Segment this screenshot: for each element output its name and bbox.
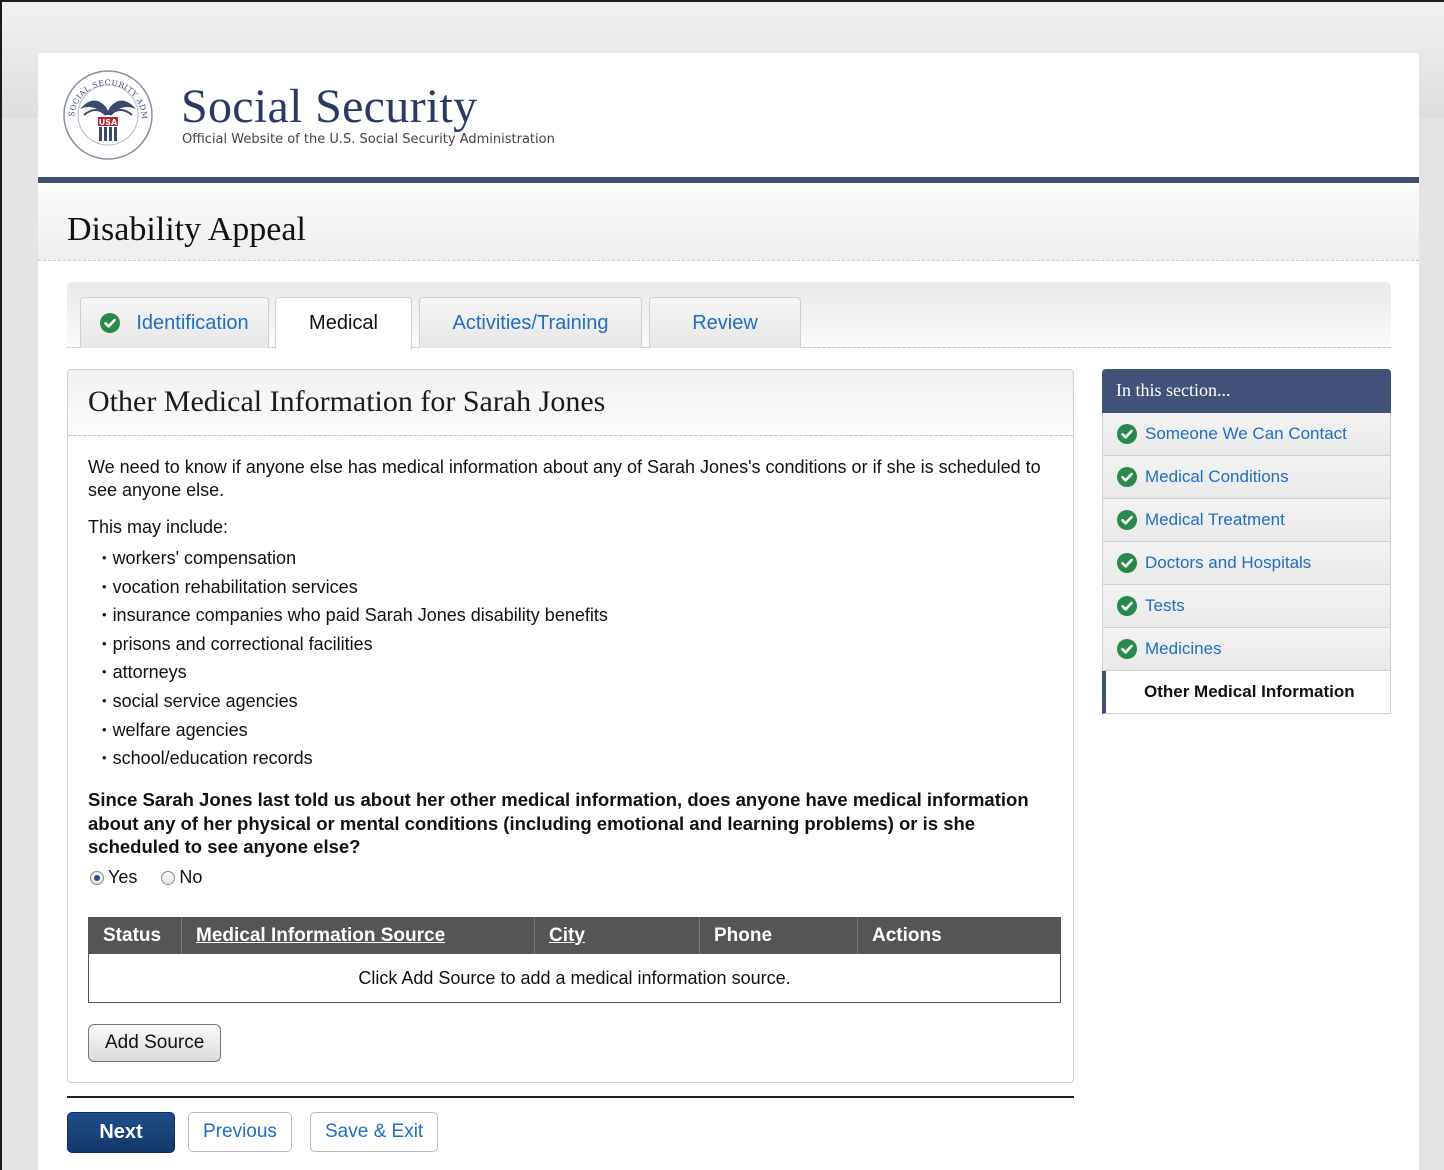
sidebar-item-label: Medical Treatment [1145,510,1285,529]
sidebar-item-label: Other Medical Information [1144,682,1355,701]
tab-label: Activities/Training [452,311,609,334]
content-panel: Other Medical Information for Sarah Jone… [67,369,1074,1083]
may-include-label: This may include: [88,517,229,537]
sidebar-item-label: Someone We Can Contact [1145,424,1347,443]
sidebar-item-label: Medicines [1145,639,1222,658]
check-circle-icon [1117,467,1137,487]
tab-medical[interactable]: Medical [275,297,412,349]
sidebar-item-tests[interactable]: Tests [1102,585,1391,628]
sidebar-item-other-medical-information[interactable]: Other Medical Information [1102,671,1391,714]
site-header: USA SOCIAL SECURITY ADMINISTRATION Socia… [38,53,1419,183]
svg-text:USA: USA [99,118,118,127]
table-row: Click Add Source to add a medical inform… [88,953,1061,1003]
column-header-phone: Phone [699,917,858,954]
section-sidebar: In this section... Someone We Can Contac… [1102,369,1391,714]
tab-identification[interactable]: Identification [80,297,269,348]
tab-review[interactable]: Review [649,297,801,348]
question-text: Since Sarah Jones last told us about her… [88,789,1029,857]
brand-subtitle: Official Website of the U.S. Social Secu… [182,132,555,147]
page-container: USA SOCIAL SECURITY ADMINISTRATION Socia… [38,53,1419,1170]
app-title-bar: Disability Appeal [38,189,1419,261]
medical-sources-table: Status Medical Information Source City P… [88,917,1061,1003]
tab-label: Identification [136,311,249,334]
list-item: welfare agencies [102,716,608,745]
check-circle-icon [1117,424,1137,444]
sidebar-item-medical-treatment[interactable]: Medical Treatment [1102,499,1391,542]
next-button[interactable]: Next [67,1112,175,1153]
check-circle-icon [100,313,121,333]
sidebar-item-label: Doctors and Hospitals [1145,553,1312,572]
save-exit-button[interactable]: Save & Exit [310,1112,439,1152]
divider [67,1096,1074,1098]
section-title: Other Medical Information for Sarah Jone… [88,385,606,418]
sidebar-item-label: Medical Conditions [1145,467,1289,486]
radio-button[interactable] [90,870,104,885]
list-item: social service agencies [102,687,608,716]
radio-button[interactable] [161,870,176,885]
radio-no[interactable]: No [161,867,202,888]
add-source-button[interactable]: Add Source [88,1024,222,1062]
column-header-city[interactable]: City [534,917,700,954]
intro-text: We need to know if anyone else has medic… [88,457,1041,500]
check-circle-icon [1117,510,1137,530]
list-item: workers' compensation [102,544,608,573]
tab-activities-training[interactable]: Activities/Training [419,297,642,348]
may-include-list: workers' compensation vocation rehabilit… [102,544,608,773]
column-header-actions: Actions [857,917,1061,954]
list-item: vocation rehabilitation services [102,573,608,602]
column-header-status: Status [88,917,182,954]
panel-header: Other Medical Information for Sarah Jone… [68,370,1073,436]
list-item: prisons and correctional facilities [102,630,608,659]
sidebar-item-medical-conditions[interactable]: Medical Conditions [1102,456,1391,499]
table-header-row: Status Medical Information Source City P… [88,917,1061,954]
radio-label: Yes [108,867,138,887]
sidebar-item-medicines[interactable]: Medicines [1102,628,1391,671]
step-tabs: Identification Medical Activities/Traini… [67,282,1391,349]
tab-label: Medical [309,312,378,334]
previous-button[interactable]: Previous [188,1112,292,1152]
radio-yes[interactable]: Yes [90,867,137,888]
answer-radio-group: Yes No [90,867,226,888]
column-header-source[interactable]: Medical Information Source [181,917,535,954]
sidebar-heading: In this section... [1102,369,1391,413]
sidebar-item-doctors-hospitals[interactable]: Doctors and Hospitals [1102,542,1391,585]
check-circle-icon [1117,639,1137,659]
page-title: Disability Appeal [67,211,306,248]
empty-table-message: Click Add Source to add a medical inform… [88,953,1061,1003]
sidebar-item-label: Tests [1145,596,1185,615]
tab-label: Review [692,311,758,334]
brand-title[interactable]: Social Security [181,79,477,134]
list-item: attorneys [102,658,608,687]
ssa-seal-icon[interactable]: USA SOCIAL SECURITY ADMINISTRATION [62,69,154,161]
check-circle-icon [1117,553,1137,573]
check-circle-icon [1117,596,1137,616]
list-item: insurance companies who paid Sarah Jones… [102,601,608,630]
sidebar-item-someone-we-can-contact[interactable]: Someone We Can Contact [1102,413,1391,456]
list-item: school/education records [102,744,608,773]
radio-label: No [179,867,203,887]
